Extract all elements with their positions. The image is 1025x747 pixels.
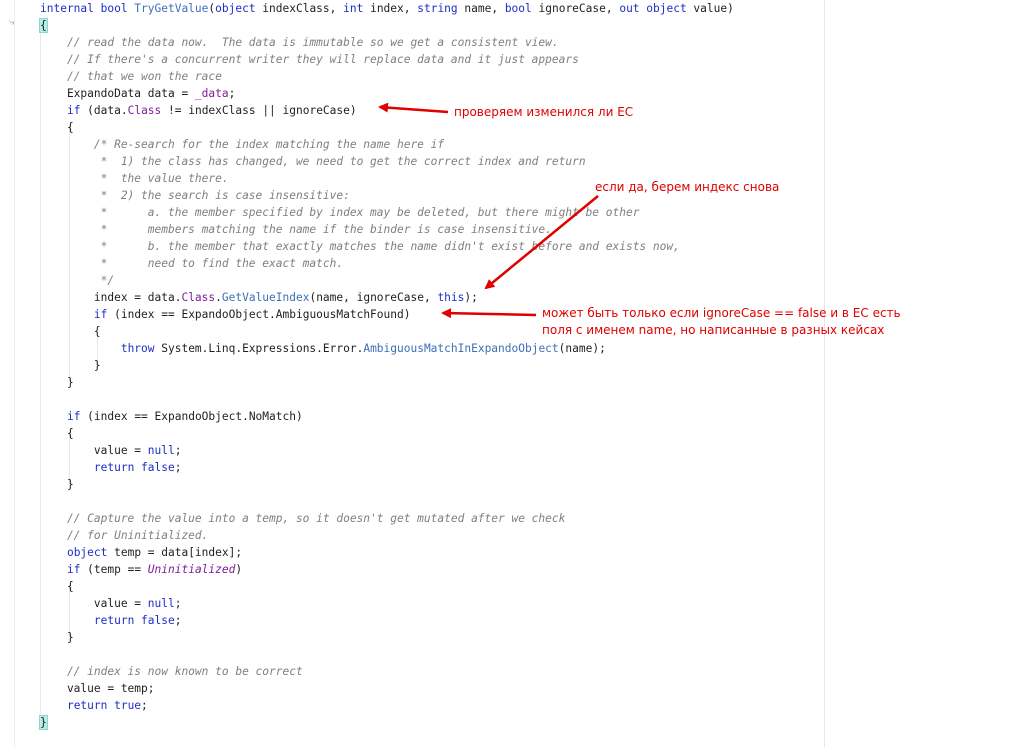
arrow-to-class-check [378, 102, 449, 114]
arrow-to-getvalueindex [484, 195, 599, 290]
annotation-arrows [378, 102, 599, 319]
arrow-to-ambiguous-check [441, 308, 537, 319]
